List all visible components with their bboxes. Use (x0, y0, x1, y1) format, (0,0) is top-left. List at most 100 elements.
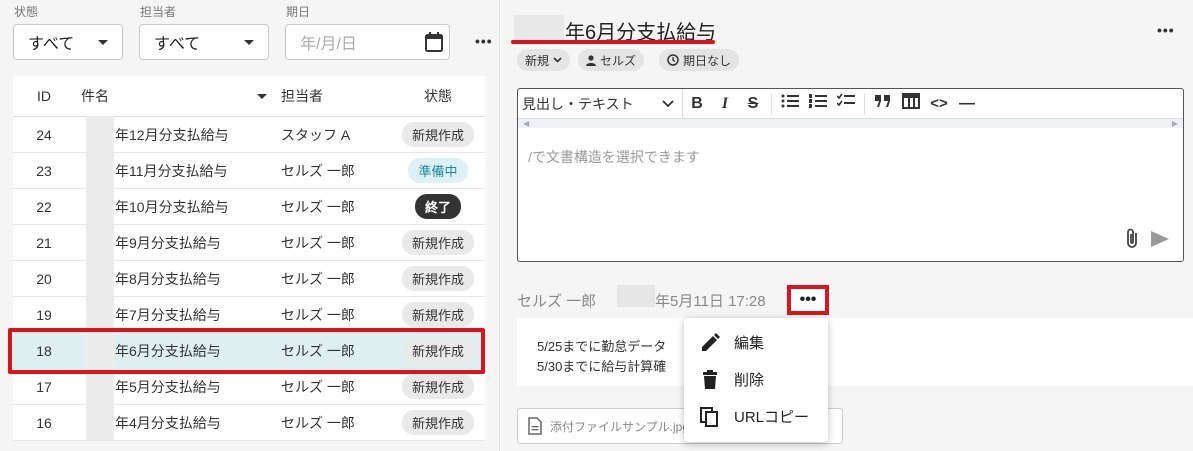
copy-icon (700, 406, 718, 427)
row-status-cell: 新規作成 (391, 230, 485, 255)
toolbar-divider (771, 93, 772, 114)
send-icon[interactable] (1151, 231, 1169, 247)
sort-chevron-icon[interactable] (257, 94, 267, 99)
person-icon (586, 54, 596, 66)
row-status-cell: 準備中 (391, 158, 485, 183)
app-root: 状態 すべて 担当者 すべて 期日 年/月/日 ••• ID 件名 担当者 状態… (0, 0, 1193, 451)
row-title: 年7月分支払給与 (115, 306, 221, 323)
row-assignee: セルズ 一郎 (281, 162, 355, 179)
strikethrough-button[interactable]: S (739, 95, 767, 113)
comment-more-icon: ••• (799, 291, 817, 308)
numbered-list-icon[interactable] (804, 94, 832, 113)
assignee-chip[interactable]: セルズ (578, 49, 645, 71)
row-status-cell: 新規作成 (391, 266, 485, 291)
italic-button[interactable]: I (711, 95, 739, 113)
comment-editor[interactable]: 見出し・テキスト B I S <> — ◀ ▶ /で文書構造を選択できます (517, 88, 1184, 262)
row-title: 年9月分支払給与 (115, 234, 221, 251)
comment-more-button[interactable]: ••• (787, 285, 829, 315)
clock-icon (667, 54, 679, 66)
status-filter-select[interactable]: すべて (13, 24, 123, 60)
row-assignee: セルズ 一郎 (281, 306, 355, 323)
row-title-cell: 年4月分支払給与 (75, 403, 281, 440)
assignee-filter-label: 担当者 (140, 5, 177, 19)
table-row[interactable]: 20 年8月分支払給与 セルズ 一郎 新規作成 (13, 259, 485, 297)
status-chip[interactable]: 新規 (517, 49, 571, 71)
comment-date-redacted-area (617, 285, 655, 307)
table-row[interactable]: 16 年4月分支払給与 セルズ 一郎 新規作成 (13, 403, 485, 441)
list-more-button[interactable]: ••• (475, 33, 493, 49)
assignee-filter-select[interactable]: すべて (139, 24, 269, 60)
comment-body: 5/25までに勤怠データ 5/30までに給与計算確 (517, 318, 1193, 386)
quote-icon[interactable] (869, 94, 897, 113)
editor-placeholder: /で文書構造を選択できます (528, 149, 700, 165)
col-status-header[interactable]: 状態 (391, 86, 485, 106)
menu-item-edit[interactable]: 編集 (684, 324, 828, 361)
row-id: 21 (36, 234, 52, 251)
row-title: 年5月分支払給与 (115, 378, 221, 395)
block-type-select[interactable]: 見出し・テキスト (518, 89, 683, 118)
chevron-down-icon (98, 40, 108, 45)
row-title-cell: 年10月分支払給与 (75, 187, 281, 224)
task-table: ID 件名 担当者 状態 24 年12月分支払給与 スタッフ A 新規作成 23 年11月… (13, 76, 485, 441)
row-assignee: セルズ 一郎 (281, 414, 355, 431)
horizontal-rule-button[interactable]: — (953, 95, 981, 113)
checklist-icon[interactable] (832, 93, 860, 113)
col-id-header[interactable]: ID (13, 88, 75, 104)
task-list-pane: 状態 すべて 担当者 すべて 期日 年/月/日 ••• ID 件名 担当者 状態… (0, 0, 500, 451)
status-chip-label: 新規 (525, 53, 550, 68)
block-type-label: 見出し・テキスト (522, 95, 634, 112)
bullet-list-icon[interactable] (776, 94, 804, 113)
row-title: 年4月分支払給与 (115, 414, 221, 431)
title-redacted-area (514, 15, 564, 41)
table-icon[interactable] (897, 93, 925, 114)
row-title-cell: 年12月分支払給与 (75, 115, 281, 152)
row-title-cell: 年9月分支払給与 (75, 223, 281, 260)
pencil-icon (702, 332, 720, 351)
row-title-cell: 年7月分支払給与 (75, 295, 281, 332)
menu-item-copy-url[interactable]: URLコピー (684, 398, 828, 435)
scroll-left-icon[interactable]: ◀ (523, 119, 529, 128)
table-row[interactable]: 22 年10月分支払給与 セルズ 一郎 終了 (13, 187, 485, 225)
col-title-header[interactable]: 件名 (75, 86, 281, 106)
due-date-chip[interactable]: 期日なし (659, 49, 740, 71)
row-status-cell: 新規作成 (391, 302, 485, 327)
row-title: 年8月分支払給与 (115, 270, 221, 287)
due-date-input[interactable]: 年/月/日 (285, 24, 450, 60)
bold-button[interactable]: B (683, 95, 711, 113)
code-button[interactable]: <> (925, 95, 953, 112)
table-body: 24 年12月分支払給与 スタッフ A 新規作成 23 年11月分支払給与 セルズ 一郎 準備… (13, 115, 485, 441)
table-row[interactable]: 21 年9月分支払給与 セルズ 一郎 新規作成 (13, 223, 485, 261)
row-assignee: スタッフ A (281, 126, 351, 143)
calendar-icon[interactable] (425, 32, 443, 52)
col-assignee-header[interactable]: 担当者 (281, 86, 391, 106)
menu-item-delete[interactable]: 削除 (684, 361, 828, 398)
row-status-cell: 終了 (391, 194, 485, 219)
row-id: 16 (36, 414, 52, 431)
row-title: 年10月分支払給与 (115, 198, 229, 215)
row-title: 年11月分支払給与 (115, 162, 228, 179)
scroll-right-icon[interactable]: ▶ (1172, 119, 1178, 128)
comment-line: 5/25までに勤怠データ (537, 339, 667, 354)
comment-line: 5/30までに給与計算確 (537, 359, 667, 374)
chevron-down-icon (244, 40, 254, 45)
status-filter-value: すべて (28, 36, 75, 53)
table-row[interactable]: 17 年5月分支払給与 セルズ 一郎 新規作成 (13, 367, 485, 405)
status-filter-label: 状態 (14, 5, 39, 19)
chevron-down-icon (553, 57, 562, 63)
status-badge: 新規作成 (401, 302, 474, 327)
toolbar-divider (864, 93, 865, 114)
status-badge: 新規作成 (401, 230, 474, 255)
detail-more-button[interactable]: ••• (1157, 22, 1175, 38)
status-badge: 新規作成 (401, 266, 474, 291)
status-badge: 新規作成 (401, 410, 474, 435)
row-id: 17 (36, 378, 52, 395)
paperclip-icon[interactable] (1125, 227, 1139, 249)
status-badge: 準備中 (408, 158, 468, 183)
row-status-cell: 新規作成 (391, 122, 485, 147)
horizontal-scrollbar[interactable]: ◀ ▶ (518, 119, 1183, 128)
table-row[interactable]: 23 年11月分支払給与 セルズ 一郎 準備中 (13, 151, 485, 189)
row-title-cell: 年8月分支払給与 (75, 259, 281, 296)
table-row[interactable]: 24 年12月分支払給与 スタッフ A 新規作成 (13, 115, 485, 153)
due-date-chip-label: 期日なし (683, 53, 732, 68)
menu-item-label: 編集 (734, 335, 765, 352)
